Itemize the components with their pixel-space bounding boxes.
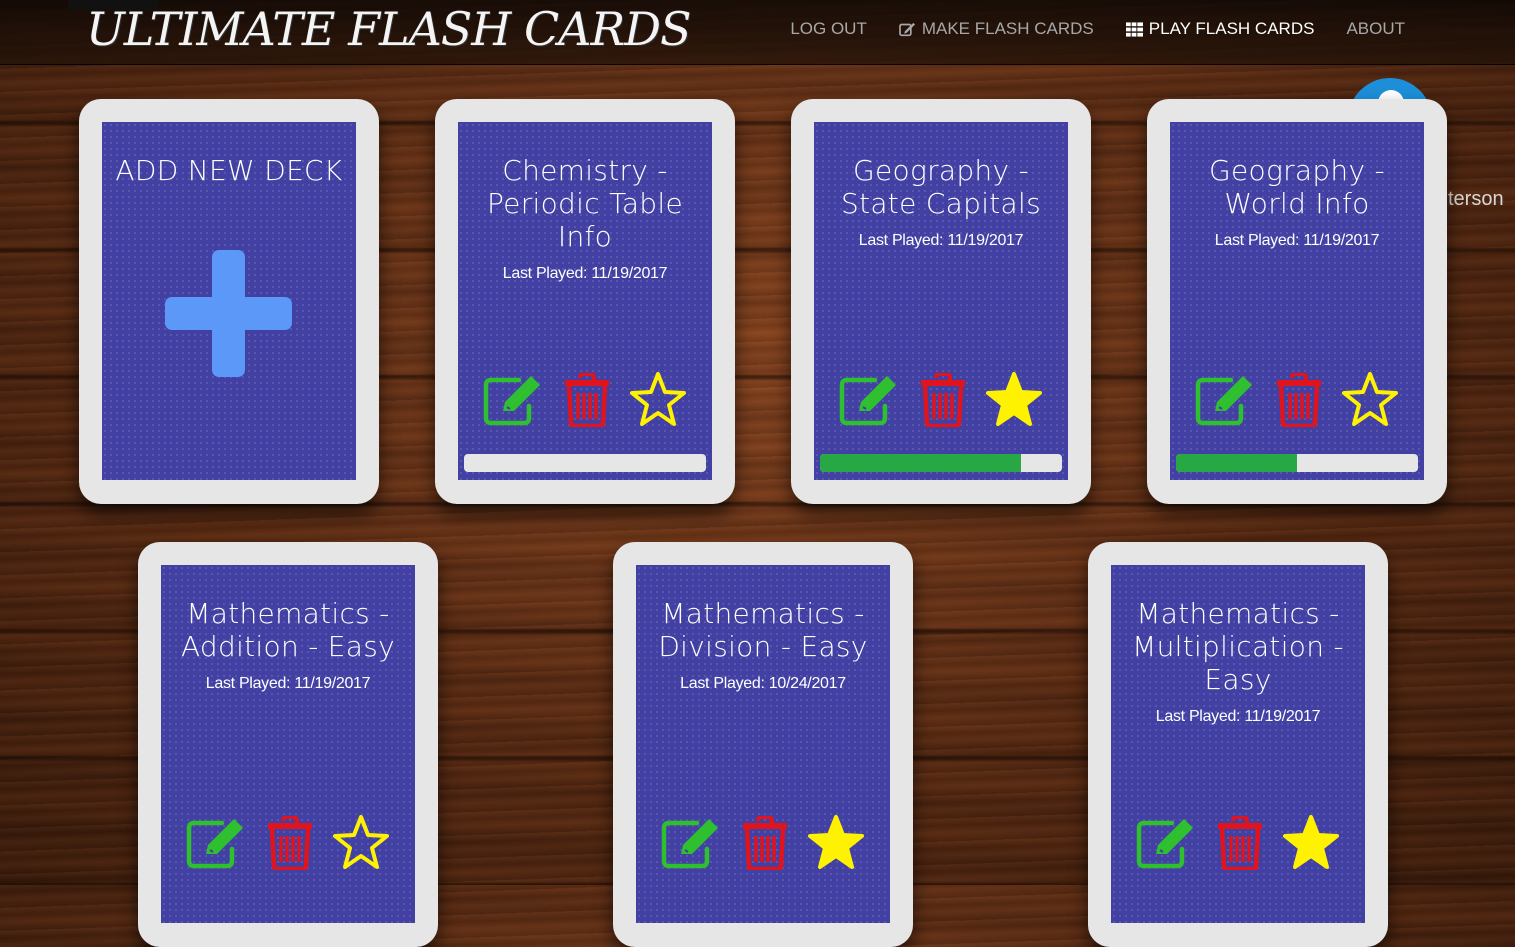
trash-icon[interactable] (563, 373, 611, 427)
add-deck-label: ADD NEW DECK (115, 154, 343, 187)
deck-face: Chemistry - Periodic Table Info Last Pla… (458, 122, 712, 480)
trash-icon[interactable] (266, 816, 314, 870)
star-outline-icon[interactable] (332, 815, 390, 871)
star-filled-icon[interactable] (985, 372, 1043, 428)
deck-actions (636, 815, 890, 871)
deck-face: Geography - World Info Last Played: 11/1… (1170, 122, 1424, 480)
deck-actions (1170, 372, 1424, 428)
edit-icon[interactable] (1136, 817, 1198, 869)
nav-links: LOG OUT MAKE FLASH CARDS PLAY FLASH CARD… (790, 19, 1405, 39)
last-played: Last Played: 11/19/2017 (502, 265, 668, 282)
deck-face: Mathematics - Addition - Easy Last Playe… (161, 565, 415, 923)
last-played: Last Played: 11/19/2017 (205, 675, 371, 692)
deck-card[interactable]: Mathematics - Addition - Easy Last Playe… (138, 542, 438, 947)
deck-actions (161, 815, 415, 871)
progress-bar (464, 454, 706, 472)
progress-bar (820, 454, 1062, 472)
add-deck-face: ADD NEW DECK (102, 122, 356, 480)
trash-icon[interactable] (1216, 816, 1264, 870)
deck-face: Mathematics - Division - Easy Last Playe… (636, 565, 890, 923)
deck-face: Mathematics - Multiplication - Easy Last… (1111, 565, 1365, 923)
make-flash-cards-label: MAKE FLASH CARDS (921, 19, 1094, 38)
edit-icon[interactable] (186, 817, 248, 869)
progress-fill (1176, 454, 1297, 472)
trash-icon[interactable] (1275, 373, 1323, 427)
brand-logo[interactable]: ULTIMATE FLASH CARDS (86, 2, 691, 56)
grid-icon (1125, 21, 1143, 37)
deck-card[interactable]: Mathematics - Multiplication - Easy Last… (1088, 542, 1388, 947)
plus-icon[interactable] (165, 250, 292, 377)
make-flash-cards-link[interactable]: MAKE FLASH CARDS (899, 19, 1094, 39)
navbar: ULTIMATE FLASH CARDS LOG OUT MAKE FLASH … (0, 0, 1515, 65)
progress-bar (1176, 454, 1418, 472)
deck-title: Mathematics - Division - Easy (658, 597, 868, 663)
star-outline-icon[interactable] (629, 372, 687, 428)
last-played: Last Played: 11/19/2017 (858, 232, 1024, 249)
deck-card[interactable]: Geography - World Info Last Played: 11/1… (1147, 99, 1447, 504)
deck-card[interactable]: Chemistry - Periodic Table Info Last Pla… (435, 99, 735, 504)
deck-card[interactable]: Geography - State Capitals Last Played: … (791, 99, 1091, 504)
deck-title: Mathematics - Addition - Easy (180, 597, 396, 663)
edit-icon[interactable] (661, 817, 723, 869)
edit-icon (899, 22, 915, 36)
star-filled-icon[interactable] (1282, 815, 1340, 871)
play-flash-cards-link[interactable]: PLAY FLASH CARDS (1125, 19, 1315, 39)
progress-fill (820, 454, 1021, 472)
deck-title: Geography - State Capitals (841, 154, 1041, 220)
logout-link[interactable]: LOG OUT (790, 19, 867, 39)
about-link[interactable]: ABOUT (1346, 19, 1405, 39)
about-label: ABOUT (1346, 19, 1405, 38)
trash-icon[interactable] (919, 373, 967, 427)
deck-card[interactable]: Mathematics - Division - Easy Last Playe… (613, 542, 913, 947)
logout-label: LOG OUT (790, 19, 867, 38)
deck-actions (458, 372, 712, 428)
deck-actions (1111, 815, 1365, 871)
play-flash-cards-label: PLAY FLASH CARDS (1148, 19, 1315, 38)
star-outline-icon[interactable] (1341, 372, 1399, 428)
star-filled-icon[interactable] (807, 815, 865, 871)
deck-actions (814, 372, 1068, 428)
deck-title: Mathematics - Multiplication - Easy (1132, 597, 1344, 696)
deck-title: Chemistry - Periodic Table Info (487, 154, 683, 253)
add-deck-card[interactable]: ADD NEW DECK (79, 99, 379, 504)
trash-icon[interactable] (741, 816, 789, 870)
edit-icon[interactable] (839, 374, 901, 426)
last-played: Last Played: 11/19/2017 (1155, 708, 1321, 725)
deck-title: Geography - World Info (1209, 154, 1385, 220)
deck-face: Geography - State Capitals Last Played: … (814, 122, 1068, 480)
edit-icon[interactable] (1195, 374, 1257, 426)
last-played: Last Played: 10/24/2017 (680, 675, 846, 692)
edit-icon[interactable] (483, 374, 545, 426)
last-played: Last Played: 11/19/2017 (1214, 232, 1380, 249)
user-name: terson (1448, 188, 1504, 210)
